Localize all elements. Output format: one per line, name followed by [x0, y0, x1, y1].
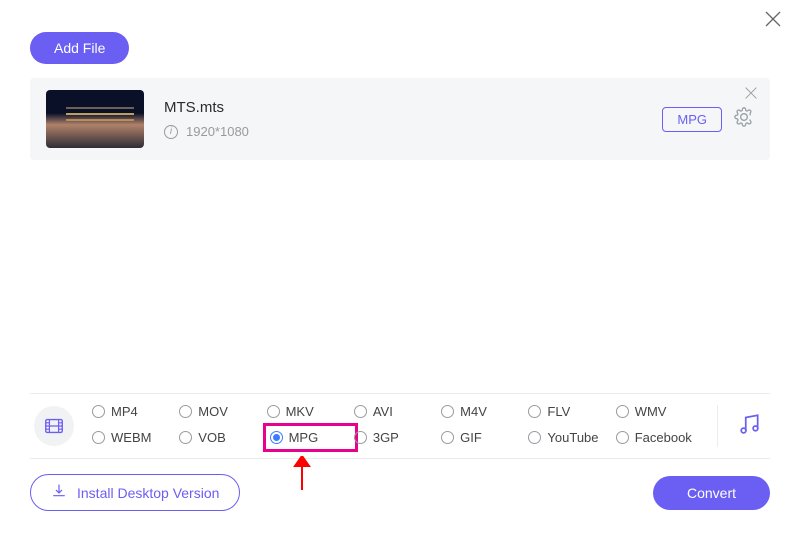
format-label: MPG	[289, 430, 319, 445]
target-format-button[interactable]: MPG	[662, 107, 722, 132]
file-name: MTS.mts	[164, 99, 662, 116]
radio-icon	[179, 431, 192, 444]
radio-icon	[441, 405, 454, 418]
file-card: MTS.mts i 1920*1080 MPG	[30, 78, 770, 160]
format-label: MKV	[286, 404, 314, 419]
convert-button[interactable]: Convert	[653, 476, 770, 510]
radio-icon	[441, 431, 454, 444]
radio-icon	[616, 431, 629, 444]
file-info: MTS.mts i 1920*1080	[164, 99, 662, 139]
format-option-webm[interactable]: WEBM	[92, 427, 175, 448]
file-resolution: 1920*1080	[186, 124, 249, 139]
format-label: Facebook	[635, 430, 692, 445]
radio-icon	[92, 431, 105, 444]
install-desktop-button[interactable]: Install Desktop Version	[30, 474, 240, 511]
add-file-button[interactable]: Add File	[30, 32, 129, 64]
panel-divider	[717, 405, 718, 447]
radio-icon	[92, 405, 105, 418]
format-label: VOB	[198, 430, 225, 445]
radio-icon	[354, 431, 367, 444]
format-label: MP4	[111, 404, 138, 419]
install-label: Install Desktop Version	[77, 485, 219, 501]
format-option-mkv[interactable]: MKV	[267, 404, 350, 419]
radio-icon	[528, 405, 541, 418]
audio-category-icon[interactable]	[736, 411, 762, 442]
format-option-gif[interactable]: GIF	[441, 427, 524, 448]
video-category-icon[interactable]	[34, 406, 74, 446]
format-label: GIF	[460, 430, 482, 445]
format-option-avi[interactable]: AVI	[354, 404, 437, 419]
gear-icon[interactable]	[734, 107, 754, 132]
radio-icon	[616, 405, 629, 418]
format-label: WMV	[635, 404, 667, 419]
format-label: 3GP	[373, 430, 399, 445]
radio-icon	[270, 431, 283, 444]
file-thumbnail	[46, 90, 144, 148]
format-grid: MP4 MOV MKV AVI M4V FLV WMV WEBM VOB MPG…	[92, 404, 699, 448]
format-option-3gp[interactable]: 3GP	[354, 427, 437, 448]
format-label: YouTube	[547, 430, 598, 445]
format-option-mpg[interactable]: MPG	[263, 423, 358, 452]
format-panel: MP4 MOV MKV AVI M4V FLV WMV WEBM VOB MPG…	[30, 393, 770, 459]
remove-file-icon[interactable]	[744, 86, 758, 105]
close-app-icon[interactable]	[764, 10, 782, 33]
download-icon	[51, 483, 67, 502]
format-option-youtube[interactable]: YouTube	[528, 427, 611, 448]
format-option-flv[interactable]: FLV	[528, 404, 611, 419]
format-option-facebook[interactable]: Facebook	[616, 427, 699, 448]
format-option-vob[interactable]: VOB	[179, 427, 262, 448]
bottom-bar: Install Desktop Version Convert	[30, 474, 770, 511]
format-label: FLV	[547, 404, 570, 419]
format-option-wmv[interactable]: WMV	[616, 404, 699, 419]
info-icon: i	[164, 125, 178, 139]
format-option-m4v[interactable]: M4V	[441, 404, 524, 419]
format-option-mov[interactable]: MOV	[179, 404, 262, 419]
format-label: MOV	[198, 404, 228, 419]
format-label: WEBM	[111, 430, 151, 445]
format-option-mp4[interactable]: MP4	[92, 404, 175, 419]
format-label: AVI	[373, 404, 393, 419]
radio-icon	[354, 405, 367, 418]
radio-icon	[528, 431, 541, 444]
radio-icon	[179, 405, 192, 418]
annotation-arrow-icon	[293, 456, 311, 495]
format-label: M4V	[460, 404, 487, 419]
radio-icon	[267, 405, 280, 418]
